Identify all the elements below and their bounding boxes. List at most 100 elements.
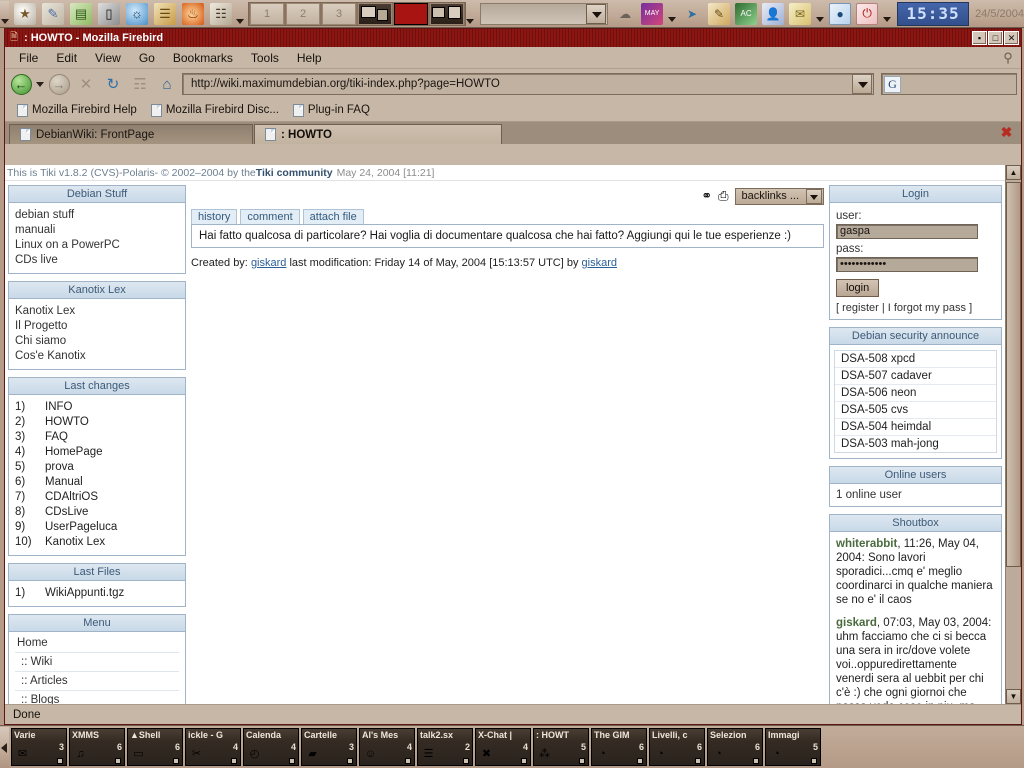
mozilla-icon[interactable]: ★ xyxy=(14,2,36,25)
scroll-down-button[interactable]: ▼ xyxy=(1006,689,1021,704)
task-state-box[interactable] xyxy=(695,758,701,764)
panel-grip-left[interactable] xyxy=(0,0,9,27)
tray-collapse-arrow[interactable] xyxy=(668,16,677,22)
panel-combo-dropdown-icon[interactable] xyxy=(586,3,607,24)
forward-button[interactable]: → xyxy=(47,72,71,96)
task-button[interactable]: talk2.sx ☰ 2 xyxy=(417,728,473,766)
modification-author-link[interactable]: giskard xyxy=(582,257,617,269)
task-button[interactable]: X-Chat | ✖ 4 xyxy=(475,728,531,766)
globe-icon[interactable]: ☼ xyxy=(126,2,148,25)
mail-icon[interactable]: ✉ xyxy=(789,2,812,25)
bookmark-firebird-discussions[interactable]: Mozilla Firebird Disc... xyxy=(145,103,285,118)
backlinks-dropdown[interactable]: backlinks ... xyxy=(734,187,824,205)
chevron-down-icon[interactable] xyxy=(806,188,822,204)
task-state-box[interactable] xyxy=(579,758,585,764)
weather-icon[interactable]: ☁ xyxy=(614,3,636,25)
task-state-box[interactable] xyxy=(753,758,759,764)
task-state-box[interactable] xyxy=(57,758,63,764)
tab-attach-file[interactable]: attach file xyxy=(302,209,364,224)
tab-comment[interactable]: comment xyxy=(240,209,300,224)
task-button[interactable]: Cartelle ▰ 3 xyxy=(301,728,357,766)
back-button[interactable]: ← xyxy=(9,72,33,96)
link-linux-powerpc[interactable]: Linux on a PowerPC xyxy=(15,238,179,253)
menu-tools[interactable]: Tools xyxy=(243,49,287,67)
task-state-box[interactable] xyxy=(811,758,817,764)
home-icon[interactable]: ⌂ xyxy=(155,72,179,96)
url-dropdown-icon[interactable] xyxy=(852,74,872,94)
list-item[interactable]: 2) HOWTO xyxy=(15,415,179,430)
stop-button[interactable]: ✕ xyxy=(74,72,98,96)
login-helper-links[interactable]: [ register | I forgot my pass ] xyxy=(836,302,995,314)
search-bar[interactable]: G xyxy=(881,73,1017,95)
clock[interactable]: 15:35 xyxy=(897,1,970,26)
pager-collapse-arrow[interactable] xyxy=(466,19,474,24)
list-item[interactable]: 7) CDAltriOS xyxy=(15,490,179,505)
tray-collapse-arrow-2[interactable] xyxy=(816,16,825,22)
workspace-5-active[interactable] xyxy=(394,2,428,25)
panel-combo-text[interactable] xyxy=(481,4,586,24)
addressbook-icon[interactable]: 👤 xyxy=(762,2,785,25)
task-button[interactable]: XMMS ♫ 6 xyxy=(69,728,125,766)
maximize-button[interactable]: □ xyxy=(988,31,1003,45)
terminal-icon[interactable]: ▯ xyxy=(98,2,120,25)
list-item[interactable]: 8) CDsLive xyxy=(15,505,179,520)
created-author-link[interactable]: giskard xyxy=(251,257,286,269)
menu-item-home[interactable]: Home xyxy=(15,634,179,653)
tiki-community-link[interactable]: Tiki community xyxy=(256,167,333,179)
task-state-box[interactable] xyxy=(231,758,237,764)
link-debian-stuff[interactable]: debian stuff xyxy=(15,208,179,223)
dsa-item[interactable]: DSA-507 cadaver xyxy=(835,368,996,385)
close-tab-icon[interactable]: ✖ xyxy=(998,124,1015,141)
workspace-2[interactable]: 2 xyxy=(286,2,320,25)
task-state-box[interactable] xyxy=(405,758,411,764)
link-manuali[interactable]: manuali xyxy=(15,223,179,238)
panel-collapse-arrow[interactable] xyxy=(236,19,244,24)
lock-icon[interactable]: ● xyxy=(829,2,852,25)
calendar-icon[interactable]: MAY xyxy=(641,2,664,25)
menu-file[interactable]: File xyxy=(11,49,46,67)
task-state-box[interactable] xyxy=(521,758,527,764)
tab-history[interactable]: history xyxy=(191,209,238,224)
link-icon[interactable]: ⚭ xyxy=(701,188,712,204)
task-button[interactable]: Al's Mes ☺ 4 xyxy=(359,728,415,766)
url-bar[interactable]: http://wiki.maximumdebian.org/tiki-index… xyxy=(182,73,874,95)
files-icon[interactable]: ▤ xyxy=(70,2,92,25)
list-item[interactable]: 1) INFO xyxy=(15,400,179,415)
bookmark-icon[interactable]: ☶ xyxy=(128,72,152,96)
flame-icon[interactable]: ♨ xyxy=(182,2,204,25)
password-input[interactable]: •••••••••••• xyxy=(836,257,978,272)
menu-item-blogs[interactable]: :: Blogs xyxy=(15,691,179,704)
task-button[interactable]: Livelli, c ◔ 6 xyxy=(649,728,705,766)
page-scrollbar[interactable]: ▲ ▼ xyxy=(1005,165,1021,704)
link-cds-live[interactable]: CDs live xyxy=(15,253,179,268)
power-icon[interactable]: ⏻ xyxy=(856,2,879,25)
list-item[interactable]: 3) FAQ xyxy=(15,430,179,445)
battery-icon[interactable]: AC xyxy=(735,2,758,25)
tab-debianwiki-frontpage[interactable]: DebianWiki: FrontPage xyxy=(9,124,253,144)
scroll-up-button[interactable]: ▲ xyxy=(1006,165,1021,180)
list-item[interactable]: 5) prova xyxy=(15,460,179,475)
workspace-1[interactable]: 1 xyxy=(250,2,284,25)
reload-icon[interactable]: ↻ xyxy=(101,72,125,96)
login-button[interactable]: login xyxy=(836,279,880,297)
task-button[interactable]: Immagi ◔ 5 xyxy=(765,728,821,766)
task-button[interactable]: Varie ✉ 3 xyxy=(11,728,67,766)
workspace-6[interactable] xyxy=(430,2,464,25)
menu-item-articles[interactable]: :: Articles xyxy=(15,672,179,691)
dsa-item[interactable]: DSA-505 cvs xyxy=(835,402,996,419)
menu-help[interactable]: Help xyxy=(289,49,330,67)
link-cose-kanotix[interactable]: Cos'e Kanotix xyxy=(15,349,179,364)
print-icon[interactable]: ⎙ xyxy=(718,188,728,204)
scrollbar-thumb[interactable] xyxy=(1006,182,1021,567)
link-chi-siamo[interactable]: Chi siamo xyxy=(15,334,179,349)
dsa-item[interactable]: DSA-508 xpcd xyxy=(835,351,996,368)
task-button[interactable]: The GIM ◔ 6 xyxy=(591,728,647,766)
google-search-icon[interactable]: G xyxy=(884,75,901,93)
bookmark-plugin-faq[interactable]: Plug-in FAQ xyxy=(287,103,376,118)
list-item[interactable]: 1) WikiAppunti.tgz xyxy=(15,586,179,601)
dsa-item[interactable]: DSA-504 heimdal xyxy=(835,419,996,436)
minimize-button[interactable]: ▪ xyxy=(972,31,987,45)
task-button[interactable]: ickle - G ✂ 4 xyxy=(185,728,241,766)
task-state-box[interactable] xyxy=(637,758,643,764)
task-button-active[interactable]: : HOWT ⁂ 5 xyxy=(533,728,589,766)
